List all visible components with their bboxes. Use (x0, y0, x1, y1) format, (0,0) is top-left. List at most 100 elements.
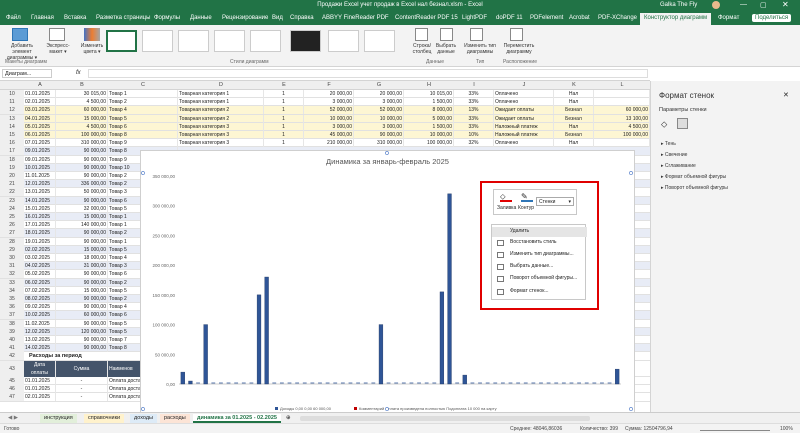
table-cell[interactable]: Товарная категория 3 (178, 139, 264, 148)
table-cell[interactable]: 1 (264, 106, 304, 115)
resize-handle[interactable] (141, 171, 145, 175)
table-cell[interactable]: 4 500,00 (56, 98, 108, 107)
row-number[interactable]: 40 (0, 336, 24, 344)
table-cell[interactable]: 1 (264, 122, 304, 131)
row-number[interactable]: 36 (0, 303, 24, 312)
table-cell[interactable]: 08.02.2025 (24, 295, 56, 303)
row-number[interactable]: 27 (0, 229, 24, 238)
col-header-b[interactable]: B (56, 82, 108, 88)
sheet-tab-expenses[interactable]: расходы (160, 414, 190, 423)
chart-bar[interactable] (256, 294, 262, 385)
close-pane-icon[interactable]: ✕ (783, 91, 789, 99)
table-cell[interactable]: 100 000,00 (594, 131, 650, 139)
row-number[interactable]: 24 (0, 204, 24, 213)
row-number[interactable]: 22 (0, 188, 24, 197)
table-cell[interactable]: 20 000,00 (304, 90, 354, 98)
close-icon[interactable]: ✕ (782, 0, 789, 9)
row-number[interactable]: 46 (0, 385, 24, 394)
table-cell[interactable]: 04.02.2025 (24, 262, 56, 271)
pane-item-glow[interactable]: ▸ Свечение (661, 152, 687, 158)
row-number[interactable]: 26 (0, 221, 24, 230)
tab-formulas[interactable]: Формулы (154, 15, 180, 21)
col-header-a[interactable]: A (24, 82, 56, 88)
row-number[interactable]: 29 (0, 245, 24, 254)
table-cell[interactable]: 10 000,00 (354, 114, 404, 123)
table-cell[interactable]: 07.01.2025 (24, 139, 56, 148)
table-cell[interactable]: 100 000,00 (56, 131, 108, 139)
table-cell[interactable]: Оплачено (494, 98, 554, 107)
tab-home[interactable]: Главная (31, 15, 54, 21)
table-cell[interactable]: Товарная категория 3 (178, 131, 264, 139)
table-cell[interactable]: Товар 6 (108, 122, 178, 131)
table-cell[interactable]: Товар 1 (108, 90, 178, 98)
row-number[interactable]: 20 (0, 172, 24, 180)
col-header-c[interactable]: C (108, 82, 178, 88)
row-number[interactable]: 14 (0, 122, 24, 131)
row-number[interactable]: 17 (0, 147, 24, 156)
table-cell[interactable]: 4 500,00 (594, 122, 650, 131)
table-cell[interactable]: 1 (264, 90, 304, 98)
share-button[interactable]: Поделиться (752, 14, 792, 22)
table-cell[interactable]: 15 000,00 (56, 213, 108, 221)
table-cell[interactable]: 4 500,00 (56, 122, 108, 131)
table-cell[interactable]: 13.02.2025 (24, 336, 56, 344)
table-cell[interactable]: 06.02.2025 (24, 278, 56, 287)
table-cell[interactable]: 100 000,00 (404, 139, 454, 148)
table-cell[interactable]: 31 000,00 (56, 262, 108, 271)
table-cell[interactable]: 90 000,00 (56, 229, 108, 238)
table-cell[interactable]: 09.02.2025 (24, 303, 56, 312)
table-cell[interactable]: Товар 9 (108, 139, 178, 148)
table-cell[interactable]: 33% (454, 114, 494, 123)
row-number[interactable]: 45 (0, 377, 24, 385)
zoom-level[interactable]: 100% (780, 426, 793, 432)
row-number[interactable]: 16 (0, 139, 24, 148)
switch-row-column-icon[interactable] (415, 28, 428, 41)
col-header-h[interactable]: H (404, 82, 454, 88)
table-cell[interactable]: Нал (554, 98, 594, 107)
table-cell[interactable]: 120 000,00 (56, 327, 108, 336)
avatar[interactable] (712, 1, 720, 9)
table-cell[interactable]: 06.01.2025 (24, 131, 56, 139)
horizontal-scrollbar[interactable] (300, 416, 590, 421)
table-cell[interactable]: 14.02.2025 (24, 344, 56, 353)
table-cell[interactable]: 07.02.2025 (24, 286, 56, 295)
change-chart-type-icon[interactable] (470, 28, 483, 41)
table-cell[interactable]: 12.02.2025 (24, 327, 56, 336)
chart-style-5[interactable] (250, 30, 281, 52)
resize-handle[interactable] (141, 407, 145, 411)
sheet-tab-income[interactable]: доходы (130, 414, 157, 423)
table-cell[interactable]: 04.01.2025 (24, 114, 56, 123)
table-cell[interactable]: 10 000,00 (404, 131, 454, 139)
table-cell[interactable]: 11.01.2025 (24, 172, 56, 180)
resize-handle[interactable] (385, 151, 389, 155)
table-cell[interactable]: 13.01.2025 (24, 188, 56, 197)
chart-bar[interactable] (615, 368, 620, 385)
tab-pdfxchange[interactable]: PDF-XChange (598, 15, 637, 21)
formula-input[interactable] (88, 69, 648, 78)
palette-icon[interactable] (84, 28, 100, 41)
table-cell[interactable]: 90 000,00 (56, 147, 108, 156)
legend-income[interactable]: Доходы 0,00 0,00 60 000,00 (280, 406, 332, 411)
chart-style-1[interactable] (106, 30, 137, 52)
resize-handle[interactable] (385, 407, 389, 411)
table-cell[interactable]: 90 000,00 (56, 155, 108, 164)
table-cell[interactable]: 90 000,00 (56, 163, 108, 172)
table-cell[interactable]: Нал (554, 139, 594, 148)
table-cell[interactable]: 30 015,00 (56, 90, 108, 98)
table-cell[interactable]: 32 000,00 (56, 204, 108, 213)
table-cell[interactable]: 310 000,00 (56, 139, 108, 148)
table-cell[interactable]: 90 000,00 (56, 295, 108, 303)
table-cell[interactable]: 210 000,00 (304, 139, 354, 148)
fx-icon[interactable]: fx (76, 70, 81, 76)
pane-item-soft-edges[interactable]: ▸ Сглаживание (661, 163, 696, 169)
table-cell[interactable]: Безнал (554, 114, 594, 123)
user-name[interactable]: Galka The Fly (660, 2, 697, 8)
row-number[interactable]: 38 (0, 319, 24, 328)
table-cell[interactable]: 01.01.2025 (24, 377, 56, 385)
table-cell[interactable]: 01.01.2025 (24, 385, 56, 394)
table-cell[interactable]: 13% (454, 106, 494, 115)
table-cell[interactable]: 18.01.2025 (24, 229, 56, 238)
table-cell[interactable]: 19.01.2025 (24, 237, 56, 246)
row-number[interactable]: 28 (0, 237, 24, 246)
table-cell[interactable]: 90 000,00 (56, 319, 108, 328)
